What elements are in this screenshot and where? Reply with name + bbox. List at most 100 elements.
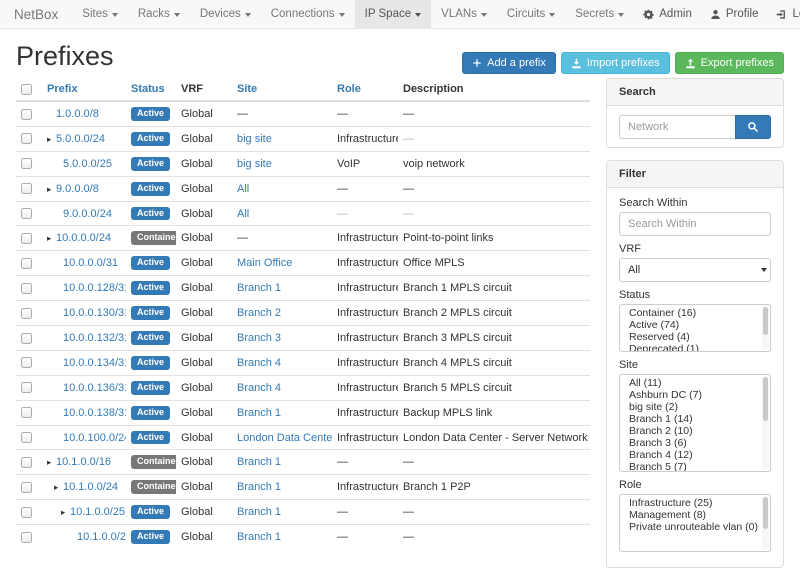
prefix-link[interactable]: 10.0.0.128/31 xyxy=(63,282,126,294)
listbox-option[interactable]: Private unrouteable vlan (0) xyxy=(620,521,770,533)
listbox-option[interactable]: Ashburn DC (7) xyxy=(620,389,770,401)
row-checkbox[interactable] xyxy=(21,407,32,418)
prefix-link[interactable]: 10.0.0.0/31 xyxy=(63,257,118,269)
select-all-checkbox[interactable] xyxy=(21,84,32,95)
site-link[interactable]: All xyxy=(237,208,249,220)
vrf-select[interactable]: All xyxy=(619,258,771,282)
site-link[interactable]: Branch 1 xyxy=(237,506,281,518)
nav-item-profile[interactable]: Profile xyxy=(701,0,768,28)
prefix-link[interactable]: 10.1.0.0/26 xyxy=(77,531,126,543)
scrollbar[interactable] xyxy=(762,306,769,350)
prefix-link[interactable]: 9.0.0.0/8 xyxy=(56,183,99,195)
prefix-link[interactable]: 5.0.0.0/24 xyxy=(56,133,105,145)
export-prefixes-button[interactable]: Export prefixes xyxy=(675,52,784,74)
nav-item-racks[interactable]: Racks xyxy=(128,0,190,28)
listbox-option[interactable]: Infrastructure (25) xyxy=(620,497,770,509)
prefix-link[interactable]: 10.0.0.0/24 xyxy=(56,232,111,244)
listbox-option[interactable]: big site (2) xyxy=(620,401,770,413)
listbox-option[interactable]: Branch 5 (7) xyxy=(620,461,770,472)
nav-item-circuits[interactable]: Circuits xyxy=(497,0,565,28)
row-checkbox[interactable] xyxy=(21,109,32,120)
prefix-link[interactable]: 10.0.100.0/24 xyxy=(63,432,126,444)
prefix-link[interactable]: 10.0.0.134/31 xyxy=(63,357,126,369)
row-checkbox[interactable] xyxy=(21,507,32,518)
nav-item-secrets[interactable]: Secrets xyxy=(565,0,634,28)
prefix-link[interactable]: 10.1.0.0/16 xyxy=(56,456,111,468)
nav-item-log-out[interactable]: Log out xyxy=(767,0,800,28)
site-link[interactable]: Main Office xyxy=(237,257,292,269)
listbox-option[interactable]: All (11) xyxy=(620,377,770,389)
prefix-link[interactable]: 10.1.0.0/25 xyxy=(70,506,125,518)
listbox-option[interactable]: Branch 1 (14) xyxy=(620,413,770,425)
row-checkbox[interactable] xyxy=(21,333,32,344)
status-listbox[interactable]: Container (16)Active (74)Reserved (4)Dep… xyxy=(619,304,771,352)
nav-item-ip-space[interactable]: IP Space xyxy=(355,0,431,28)
row-checkbox[interactable] xyxy=(21,133,32,144)
site-link[interactable]: Branch 4 xyxy=(237,382,281,394)
row-checkbox[interactable] xyxy=(21,457,32,468)
site-link[interactable]: Branch 1 xyxy=(237,531,281,543)
site-link[interactable]: Branch 1 xyxy=(237,481,281,493)
search-within-input[interactable] xyxy=(619,212,771,236)
prefix-link[interactable]: 10.0.0.136/31 xyxy=(63,382,126,394)
listbox-option[interactable]: Branch 2 (10) xyxy=(620,425,770,437)
site-link[interactable]: London Data Center xyxy=(237,432,332,444)
listbox-option[interactable]: Branch 3 (6) xyxy=(620,437,770,449)
scrollbar[interactable] xyxy=(762,376,769,470)
add-a-prefix-button[interactable]: Add a prefix xyxy=(462,52,556,74)
nav-item-connections[interactable]: Connections xyxy=(261,0,355,28)
listbox-option[interactable]: Active (74) xyxy=(620,319,770,331)
row-checkbox[interactable] xyxy=(21,233,32,244)
prefix-link[interactable]: 10.1.0.0/24 xyxy=(63,481,118,493)
listbox-option[interactable]: Reserved (4) xyxy=(620,331,770,343)
table-row: 10.0.0.134/31ActiveGlobalBranch 4Infrast… xyxy=(16,350,590,375)
prefix-link[interactable]: 10.0.0.130/31 xyxy=(63,307,126,319)
site-link[interactable]: Branch 1 xyxy=(237,456,281,468)
prefix-link[interactable]: 1.0.0.0/8 xyxy=(56,108,99,120)
scrollbar[interactable] xyxy=(762,496,769,550)
prefix-link[interactable]: 10.0.0.132/31 xyxy=(63,332,126,344)
role-value: Infrastructure xyxy=(337,357,398,369)
site-link[interactable]: All xyxy=(237,183,249,195)
site-link[interactable]: Branch 3 xyxy=(237,332,281,344)
column-header-status[interactable]: Status xyxy=(126,78,176,101)
row-checkbox[interactable] xyxy=(21,357,32,368)
site-link[interactable]: Branch 4 xyxy=(237,357,281,369)
row-checkbox[interactable] xyxy=(21,432,32,443)
table-row: 10.0.0.132/31ActiveGlobalBranch 3Infrast… xyxy=(16,326,590,351)
row-checkbox[interactable] xyxy=(21,258,32,269)
role-listbox[interactable]: Infrastructure (25)Management (8)Private… xyxy=(619,494,771,552)
site-link[interactable]: Branch 1 xyxy=(237,407,281,419)
listbox-option[interactable]: Container (16) xyxy=(620,307,770,319)
search-input[interactable] xyxy=(619,115,735,139)
nav-item-admin[interactable]: Admin xyxy=(634,0,701,28)
prefix-link[interactable]: 9.0.0.0/24 xyxy=(63,208,112,220)
site-link[interactable]: Branch 2 xyxy=(237,307,281,319)
row-checkbox[interactable] xyxy=(21,158,32,169)
row-checkbox[interactable] xyxy=(21,308,32,319)
nav-item-vlans[interactable]: VLANs xyxy=(431,0,497,28)
listbox-option[interactable]: Branch 4 (12) xyxy=(620,449,770,461)
row-checkbox[interactable] xyxy=(21,382,32,393)
search-button[interactable] xyxy=(735,115,771,139)
column-header-role[interactable]: Role xyxy=(332,78,398,101)
column-header-site[interactable]: Site xyxy=(232,78,332,101)
nav-item-devices[interactable]: Devices xyxy=(190,0,261,28)
site-link[interactable]: big site xyxy=(237,158,272,170)
import-prefixes-button[interactable]: Import prefixes xyxy=(561,52,670,74)
brand-logo[interactable]: NetBox xyxy=(14,0,72,28)
row-checkbox[interactable] xyxy=(21,283,32,294)
site-listbox[interactable]: All (11)Ashburn DC (7)big site (2)Branch… xyxy=(619,374,771,472)
row-checkbox[interactable] xyxy=(21,208,32,219)
site-link[interactable]: Branch 1 xyxy=(237,282,281,294)
listbox-option[interactable]: Deprecated (1) xyxy=(620,343,770,352)
row-checkbox[interactable] xyxy=(21,482,32,493)
site-link[interactable]: big site xyxy=(237,133,272,145)
status-badge: Active xyxy=(131,107,170,121)
prefix-link[interactable]: 10.0.0.138/31 xyxy=(63,407,126,419)
nav-item-sites[interactable]: Sites xyxy=(72,0,128,28)
prefix-link[interactable]: 5.0.0.0/25 xyxy=(63,158,112,170)
row-checkbox[interactable] xyxy=(21,532,32,543)
row-checkbox[interactable] xyxy=(21,183,32,194)
column-header-prefix[interactable]: Prefix xyxy=(42,78,126,101)
